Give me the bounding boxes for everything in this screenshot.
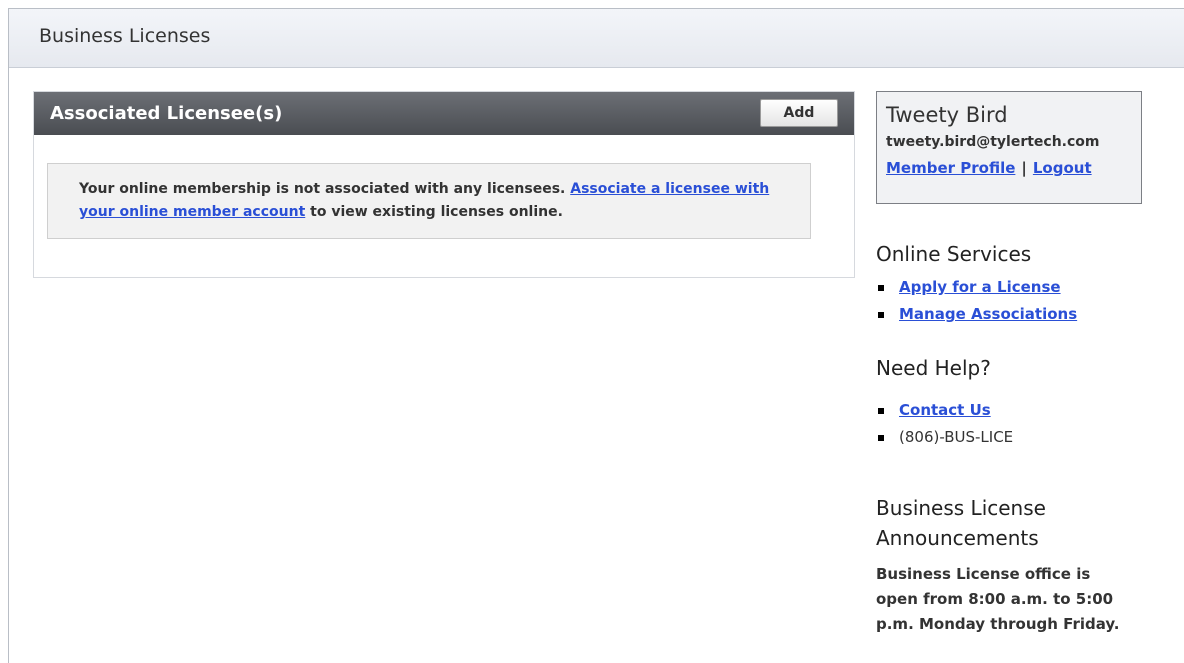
member-links: Member Profile | Logout [886,159,1141,177]
panel-title: Associated Licensee(s) [50,103,283,124]
bullet-icon [878,285,884,291]
manage-associations-link[interactable]: Manage Associations [899,305,1077,323]
no-licensee-notice: Your online membership is not associated… [47,163,811,239]
bullet-icon [878,408,884,414]
page-frame: Business Licenses Associated Licensee(s)… [8,8,1184,663]
member-profile-link[interactable]: Member Profile [886,159,1015,177]
bullet-icon [878,435,884,441]
bullet-icon [878,312,884,318]
member-box: Tweety Bird tweety.bird@tylertech.com Me… [876,91,1142,204]
help-list: Contact Us (806)-BUS-LICE [877,398,1013,452]
list-item: Apply for a License [877,275,1077,302]
list-item: Manage Associations [877,302,1077,329]
list-item: Contact Us [877,398,1013,425]
phone-number: (806)-BUS-LICE [899,428,1014,446]
panel-header: Associated Licensee(s) Add [34,92,854,135]
logout-link[interactable]: Logout [1033,159,1092,177]
announcements-heading: Business License Announcements [876,496,1046,550]
need-help-heading: Need Help? [876,356,991,380]
top-bar: Business Licenses [9,9,1184,68]
online-services-heading: Online Services [876,242,1032,266]
notice-text: Your online membership is not associated… [79,181,566,197]
add-button[interactable]: Add [760,99,838,127]
online-services-list: Apply for a License Manage Associations [877,275,1077,329]
member-email: tweety.bird@tylertech.com [886,134,1100,150]
page-title: Business Licenses [39,25,211,47]
list-item: (806)-BUS-LICE [877,425,1013,452]
apply-license-link[interactable]: Apply for a License [899,278,1061,296]
link-separator: | [1021,159,1027,177]
contact-us-link[interactable]: Contact Us [899,401,991,419]
announcements-body: Business License office is open from 8:0… [876,565,1120,633]
notice-text-after: to view existing licenses online. [310,204,563,220]
member-name: Tweety Bird [886,103,1008,127]
associated-licensees-panel: Associated Licensee(s) Add Your online m… [33,91,855,278]
